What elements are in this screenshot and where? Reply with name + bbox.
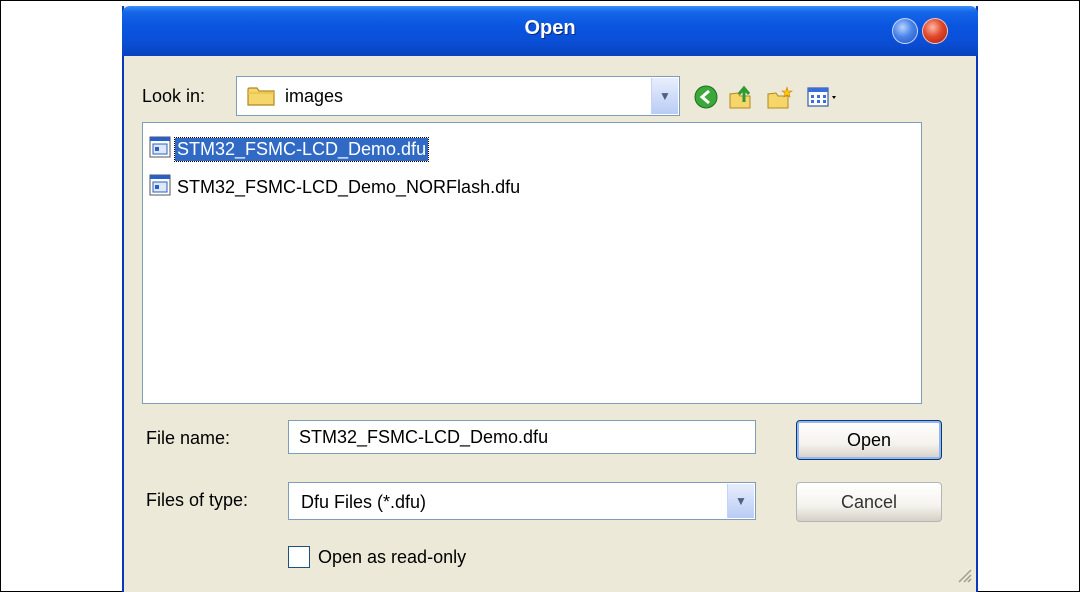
files-of-type-dropdown[interactable]: Dfu Files (*.dfu) ▼: [288, 482, 756, 520]
files-of-type-value: Dfu Files (*.dfu): [301, 492, 427, 512]
view-menu-icon[interactable]: [804, 82, 844, 112]
back-icon[interactable]: [690, 82, 722, 112]
look-in-dropdown[interactable]: images ▼: [236, 76, 680, 116]
new-folder-icon[interactable]: [764, 82, 796, 112]
file-name: STM32_FSMC-LCD_Demo.dfu: [173, 136, 430, 162]
files-of-type-label: Files of type:: [146, 490, 249, 510]
chevron-down-icon[interactable]: ▼: [651, 78, 678, 114]
open-dialog: Open Look in: images ▼ STM32_FSMC-LCD_De…: [122, 6, 978, 592]
read-only-label: Open as read-only: [318, 546, 467, 567]
resize-grip-icon[interactable]: [954, 565, 972, 588]
file-name-field[interactable]: [288, 420, 756, 454]
dfu-file-icon: [149, 174, 171, 201]
dfu-file-icon: [149, 136, 171, 163]
look-in-value: images: [285, 86, 344, 106]
file-name: STM32_FSMC-LCD_Demo_NORFlash.dfu: [177, 176, 521, 197]
folder-icon: [247, 85, 277, 112]
close-button[interactable]: [922, 18, 948, 44]
up-folder-icon[interactable]: [726, 82, 758, 112]
file-name-label: File name:: [146, 428, 231, 448]
look-in-label: Look in:: [142, 86, 206, 106]
help-button[interactable]: [892, 18, 918, 44]
chevron-down-icon[interactable]: ▼: [727, 484, 754, 518]
dialog-title: Open: [524, 17, 576, 39]
list-item[interactable]: STM32_FSMC-LCD_Demo_NORFlash.dfu: [149, 173, 522, 201]
list-item[interactable]: STM32_FSMC-LCD_Demo.dfu: [149, 135, 430, 163]
title-bar[interactable]: Open: [122, 6, 978, 56]
cancel-button[interactable]: Cancel: [796, 482, 942, 522]
read-only-checkbox-row[interactable]: Open as read-only: [288, 546, 466, 568]
open-button[interactable]: Open: [796, 420, 942, 460]
file-list[interactable]: STM32_FSMC-LCD_Demo.dfu STM32_FSMC-LCD_D…: [142, 122, 922, 404]
read-only-checkbox[interactable]: [288, 546, 310, 568]
